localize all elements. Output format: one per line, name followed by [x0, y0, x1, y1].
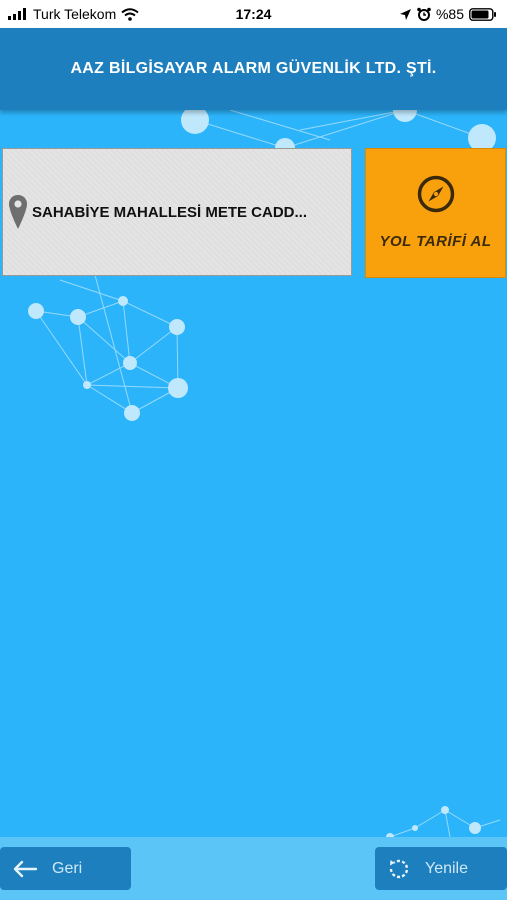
- refresh-button[interactable]: Yenile: [375, 847, 507, 890]
- footer-bar: Geri Yenile: [0, 837, 507, 900]
- back-button[interactable]: Geri: [0, 847, 131, 890]
- main-content: SAHABİYE MAHALLESİ METE CADD... YOL TARİ…: [0, 110, 507, 837]
- refresh-label: Yenile: [425, 859, 469, 877]
- back-label: Geri: [52, 859, 83, 877]
- app-header: AAZ BİLGİSAYAR ALARM GÜVENLİK LTD. ŞTİ.: [0, 28, 507, 110]
- compass-icon: [416, 174, 456, 219]
- battery-percent: %85: [435, 6, 464, 22]
- refresh-icon: [387, 857, 411, 881]
- address-text: SAHABİYE MAHALLESİ METE CADD...: [32, 203, 308, 221]
- alarm-clock-icon: [417, 7, 431, 21]
- status-bar: Turk Telekom 17:24 %85: [0, 0, 507, 28]
- arrow-left-icon: [12, 860, 38, 878]
- map-pin-icon: [8, 194, 28, 230]
- address-field[interactable]: SAHABİYE MAHALLESİ METE CADD...: [2, 148, 352, 276]
- get-directions-label: YOL TARİFİ AL: [379, 233, 492, 250]
- page-title: AAZ BİLGİSAYAR ALARM GÜVENLİK LTD. ŞTİ.: [70, 60, 437, 77]
- get-directions-button[interactable]: YOL TARİFİ AL: [365, 148, 506, 278]
- location-arrow-icon: [399, 8, 411, 20]
- battery-icon: [469, 7, 496, 21]
